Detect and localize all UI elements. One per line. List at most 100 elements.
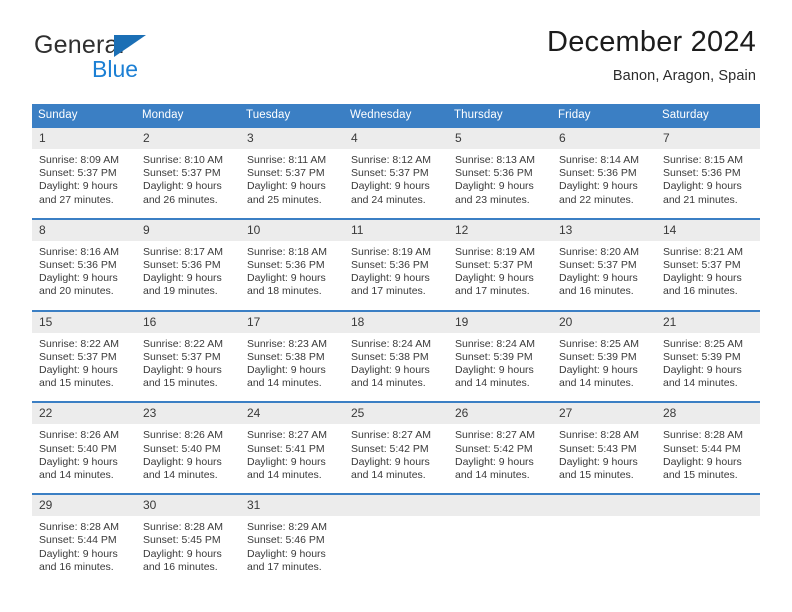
day-sun-info: Sunrise: 8:29 AM Sunset: 5:46 PM Daylight:… [240, 516, 344, 574]
day-sun-info: Sunrise: 8:13 AM Sunset: 5:36 PM Daylight:… [448, 149, 552, 207]
day-sunrise-text: Sunrise: 8:28 AM [559, 429, 639, 442]
calendar-day-cell[interactable]: 12 Sunrise: 8:19 AM Sunset: 5:37 PM Dayligh… [448, 217, 552, 299]
day-number: 23 [136, 403, 240, 425]
week-spacer [32, 482, 760, 495]
page-header: General Blue December 2024 Banon, Aragon… [0, 0, 792, 84]
calendar-day-cell[interactable]: 16 Sunrise: 8:22 AM Sunset: 5:37 PM Dayligh… [136, 309, 240, 391]
calendar-day-cell[interactable]: 24 Sunrise: 8:27 AM Sunset: 5:41 PM Dayligh… [240, 401, 344, 483]
day-sunset-text: Sunset: 5:36 PM [39, 259, 117, 272]
calendar-day-cell[interactable]: 9 Sunrise: 8:17 AM Sunset: 5:36 PM Daylight… [136, 217, 240, 299]
calendar-day-cell[interactable]: 25 Sunrise: 8:27 AM Sunset: 5:42 PM Dayligh… [344, 401, 448, 483]
day-sun-info: Sunrise: 8:23 AM Sunset: 5:38 PM Daylight:… [240, 333, 344, 391]
day-number: 9 [136, 219, 240, 241]
calendar-day-cell[interactable]: 18 Sunrise: 8:24 AM Sunset: 5:38 PM Dayligh… [344, 309, 448, 391]
day-sun-info: Sunrise: 8:26 AM Sunset: 5:40 PM Daylight:… [32, 424, 136, 482]
day-sunrise-text: Sunrise: 8:27 AM [351, 429, 431, 442]
calendar-day-cell[interactable]: 22 Sunrise: 8:26 AM Sunset: 5:40 PM Dayligh… [32, 401, 136, 483]
day-cell-inner [448, 495, 552, 574]
day-daylight-1-text: Daylight: 9 hours [663, 364, 742, 377]
calendar-day-cell[interactable]: 30 Sunrise: 8:28 AM Sunset: 5:45 PM Dayligh… [136, 493, 240, 575]
day-daylight-2-text: and 23 minutes. [455, 193, 530, 206]
day-sunset-text: Sunset: 5:37 PM [559, 259, 637, 272]
calendar-week-row: 1 Sunrise: 8:09 AM Sunset: 5:37 PM Daylight… [32, 126, 760, 207]
day-sunset-text: Sunset: 5:38 PM [247, 350, 325, 363]
day-sun-info: Sunrise: 8:10 AM Sunset: 5:37 PM Daylight:… [136, 149, 240, 207]
day-daylight-2-text: and 20 minutes. [39, 285, 114, 298]
calendar-day-cell[interactable]: 23 Sunrise: 8:26 AM Sunset: 5:40 PM Dayligh… [136, 401, 240, 483]
day-daylight-1-text: Daylight: 9 hours [455, 180, 534, 193]
day-daylight-2-text: and 14 minutes. [39, 469, 114, 482]
day-sunset-text: Sunset: 5:38 PM [351, 350, 429, 363]
weekday-header-tuesday: Tuesday [240, 104, 344, 127]
day-sun-info: Sunrise: 8:17 AM Sunset: 5:36 PM Daylight:… [136, 241, 240, 299]
calendar-day-cell[interactable]: 28 Sunrise: 8:28 AM Sunset: 5:44 PM Dayligh… [656, 401, 760, 483]
day-daylight-1-text: Daylight: 9 hours [559, 272, 638, 285]
calendar-day-cell[interactable]: 3 Sunrise: 8:11 AM Sunset: 5:37 PM Daylight… [240, 126, 344, 207]
day-cell-inner: 12 Sunrise: 8:19 AM Sunset: 5:37 PM Dayligh… [448, 219, 552, 299]
day-sun-info: Sunrise: 8:12 AM Sunset: 5:37 PM Daylight:… [344, 149, 448, 207]
calendar-day-cell[interactable]: 6 Sunrise: 8:14 AM Sunset: 5:36 PM Daylight… [552, 126, 656, 207]
day-number: 28 [656, 403, 760, 425]
calendar-day-cell[interactable]: 1 Sunrise: 8:09 AM Sunset: 5:37 PM Daylight… [32, 126, 136, 207]
day-cell-inner: 24 Sunrise: 8:27 AM Sunset: 5:41 PM Dayligh… [240, 403, 344, 482]
calendar-empty-cell [656, 493, 760, 575]
calendar-day-cell[interactable]: 10 Sunrise: 8:18 AM Sunset: 5:36 PM Dayligh… [240, 217, 344, 299]
day-daylight-1-text: Daylight: 9 hours [143, 272, 222, 285]
day-cell-inner [552, 495, 656, 574]
calendar-day-cell[interactable]: 31 Sunrise: 8:29 AM Sunset: 5:46 PM Dayligh… [240, 493, 344, 575]
calendar-empty-cell [448, 493, 552, 575]
day-cell-inner: 3 Sunrise: 8:11 AM Sunset: 5:37 PM Daylight… [240, 128, 344, 207]
day-cell-inner: 1 Sunrise: 8:09 AM Sunset: 5:37 PM Daylight… [32, 128, 136, 207]
day-sunrise-text: Sunrise: 8:15 AM [663, 154, 743, 166]
logo-text-blue: Blue [92, 56, 139, 82]
day-cell-inner: 30 Sunrise: 8:28 AM Sunset: 5:45 PM Dayligh… [136, 495, 240, 574]
day-daylight-1-text: Daylight: 9 hours [663, 272, 742, 285]
calendar-day-cell[interactable]: 21 Sunrise: 8:25 AM Sunset: 5:39 PM Dayligh… [656, 309, 760, 391]
day-cell-inner: 8 Sunrise: 8:16 AM Sunset: 5:36 PM Daylight… [32, 219, 136, 299]
week-spacer [32, 390, 760, 403]
week-spacer-cell [32, 298, 760, 311]
day-number [448, 495, 552, 517]
day-cell-inner: 2 Sunrise: 8:10 AM Sunset: 5:37 PM Daylight… [136, 128, 240, 207]
calendar-day-cell[interactable]: 29 Sunrise: 8:28 AM Sunset: 5:44 PM Dayligh… [32, 493, 136, 575]
calendar-day-cell[interactable]: 2 Sunrise: 8:10 AM Sunset: 5:37 PM Daylight… [136, 126, 240, 207]
day-daylight-2-text: and 14 minutes. [559, 377, 634, 390]
calendar-day-cell[interactable]: 17 Sunrise: 8:23 AM Sunset: 5:38 PM Dayligh… [240, 309, 344, 391]
day-cell-inner: 28 Sunrise: 8:28 AM Sunset: 5:44 PM Dayligh… [656, 403, 760, 482]
day-sunset-text: Sunset: 5:36 PM [455, 167, 533, 180]
day-number: 29 [32, 495, 136, 517]
calendar-day-cell[interactable]: 27 Sunrise: 8:28 AM Sunset: 5:43 PM Dayligh… [552, 401, 656, 483]
day-sunset-text: Sunset: 5:43 PM [559, 442, 637, 455]
day-number: 26 [448, 403, 552, 425]
calendar-day-cell[interactable]: 19 Sunrise: 8:24 AM Sunset: 5:39 PM Dayligh… [448, 309, 552, 391]
calendar-day-cell[interactable]: 5 Sunrise: 8:13 AM Sunset: 5:36 PM Daylight… [448, 126, 552, 207]
calendar-day-cell[interactable]: 26 Sunrise: 8:27 AM Sunset: 5:42 PM Dayligh… [448, 401, 552, 483]
day-sunrise-text: Sunrise: 8:29 AM [247, 521, 327, 534]
day-daylight-2-text: and 17 minutes. [455, 285, 530, 298]
day-number: 22 [32, 403, 136, 425]
day-cell-inner: 11 Sunrise: 8:19 AM Sunset: 5:36 PM Dayligh… [344, 219, 448, 299]
page-title: December 2024 [547, 26, 756, 58]
calendar-day-cell[interactable]: 11 Sunrise: 8:19 AM Sunset: 5:36 PM Dayligh… [344, 217, 448, 299]
calendar-day-cell[interactable]: 7 Sunrise: 8:15 AM Sunset: 5:36 PM Daylight… [656, 126, 760, 207]
weekday-header-friday: Friday [552, 104, 656, 127]
day-daylight-2-text: and 14 minutes. [247, 469, 322, 482]
calendar-day-cell[interactable]: 14 Sunrise: 8:21 AM Sunset: 5:37 PM Dayligh… [656, 217, 760, 299]
day-sunrise-text: Sunrise: 8:21 AM [663, 245, 743, 258]
day-cell-inner: 25 Sunrise: 8:27 AM Sunset: 5:42 PM Dayligh… [344, 403, 448, 482]
calendar-day-cell[interactable]: 4 Sunrise: 8:12 AM Sunset: 5:37 PM Daylight… [344, 126, 448, 207]
day-daylight-2-text: and 16 minutes. [663, 285, 738, 298]
day-cell-inner: 10 Sunrise: 8:18 AM Sunset: 5:36 PM Dayligh… [240, 219, 344, 299]
calendar-day-cell[interactable]: 15 Sunrise: 8:22 AM Sunset: 5:37 PM Dayligh… [32, 309, 136, 391]
day-number: 10 [240, 219, 344, 241]
calendar-day-cell[interactable]: 20 Sunrise: 8:25 AM Sunset: 5:39 PM Dayligh… [552, 309, 656, 391]
day-sunset-text: Sunset: 5:45 PM [143, 534, 221, 547]
day-sunrise-text: Sunrise: 8:18 AM [247, 245, 327, 258]
day-sunrise-text: Sunrise: 8:26 AM [39, 429, 119, 442]
calendar-day-cell[interactable]: 8 Sunrise: 8:16 AM Sunset: 5:36 PM Daylight… [32, 217, 136, 299]
day-sun-info: Sunrise: 8:19 AM Sunset: 5:37 PM Daylight:… [448, 241, 552, 299]
calendar-day-cell[interactable]: 13 Sunrise: 8:20 AM Sunset: 5:37 PM Dayligh… [552, 217, 656, 299]
day-cell-inner: 9 Sunrise: 8:17 AM Sunset: 5:36 PM Daylight… [136, 219, 240, 299]
day-number: 27 [552, 403, 656, 425]
day-sunrise-text: Sunrise: 8:22 AM [39, 337, 119, 350]
